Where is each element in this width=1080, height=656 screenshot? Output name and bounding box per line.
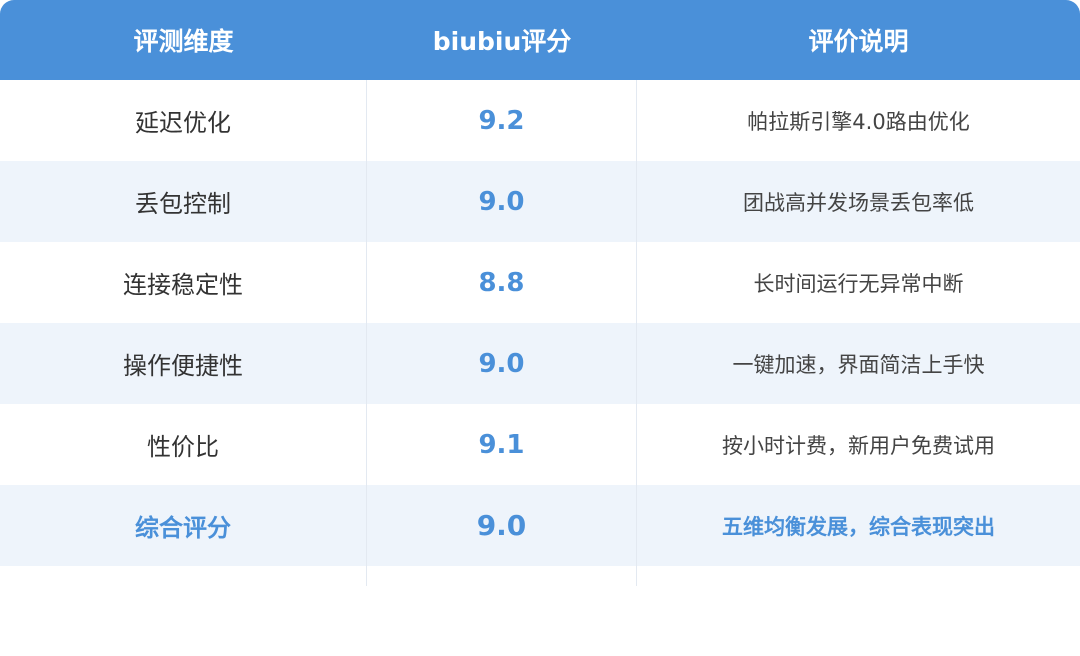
- row-description: 按小时计费，新用户免费试用: [722, 433, 995, 458]
- table-row: 操作便捷性 9.0 一键加速，界面简洁上手快: [0, 323, 1080, 404]
- total-row: 综合评分 9.0 五维均衡发展，综合表现突出: [0, 485, 1080, 566]
- table-header: 评测维度 biubiu评分 评价说明: [0, 0, 1080, 80]
- row-dimension: 操作便捷性: [0, 323, 367, 404]
- total-dimension: 综合评分: [0, 485, 367, 566]
- header-dimension: 评测维度: [133, 27, 234, 56]
- table-row: 延迟优化 9.2 帕拉斯引擎4.0路由优化: [0, 80, 1080, 161]
- table-row: 丢包控制 9.0 团战高并发场景丢包率低: [0, 161, 1080, 242]
- row-dimension: 性价比: [0, 404, 367, 485]
- row-score: 8.8: [367, 242, 637, 323]
- row-dimension: 丢包控制: [0, 161, 367, 242]
- total-score: 9.0: [367, 485, 637, 566]
- rating-table-card: 评测维度 biubiu评分 评价说明 延迟优化 9.2 帕拉斯引擎4.0路由优化…: [0, 0, 1080, 656]
- table-footer-spacer: [0, 566, 1080, 586]
- row-dimension: 连接稳定性: [0, 242, 367, 323]
- header-score: biubiu评分: [432, 27, 572, 56]
- footer-cell: [637, 566, 1080, 586]
- total-description: 五维均衡发展，综合表现突出: [722, 514, 995, 539]
- row-description: 一键加速，界面简洁上手快: [732, 352, 985, 377]
- row-score: 9.1: [367, 404, 637, 485]
- table-row: 连接稳定性 8.8 长时间运行无异常中断: [0, 242, 1080, 323]
- table-row: 性价比 9.1 按小时计费，新用户免费试用: [0, 404, 1080, 485]
- header-description: 评价说明: [808, 27, 909, 56]
- row-description: 帕拉斯引擎4.0路由优化: [747, 109, 970, 134]
- row-dimension: 延迟优化: [0, 80, 367, 161]
- footer-cell: [0, 566, 367, 586]
- row-score: 9.2: [367, 80, 637, 161]
- footer-cell: [367, 566, 637, 586]
- row-description: 团战高并发场景丢包率低: [743, 190, 974, 215]
- row-description: 长时间运行无异常中断: [753, 271, 964, 296]
- row-score: 9.0: [367, 161, 637, 242]
- row-score: 9.0: [367, 323, 637, 404]
